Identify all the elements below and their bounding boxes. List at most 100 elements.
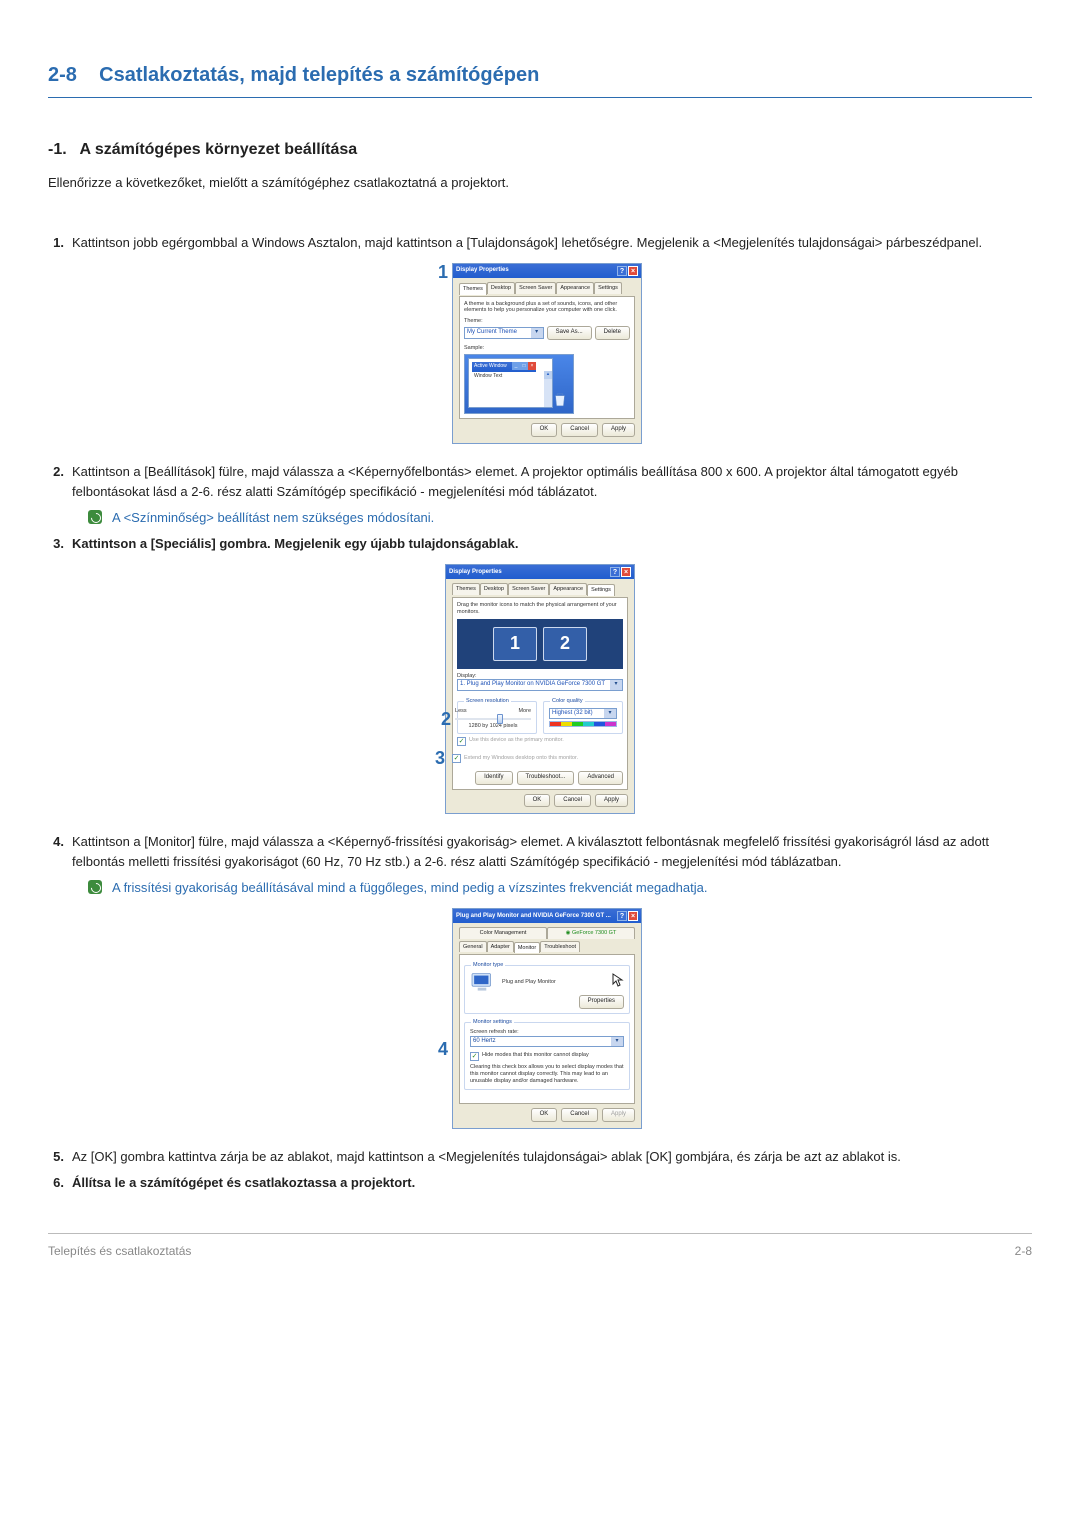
tab-color-management[interactable]: Color Management (459, 927, 547, 939)
cancel-button[interactable]: Cancel (561, 423, 598, 436)
intro-text: Ellenőrizze a következőket, mielőtt a sz… (48, 173, 1032, 193)
tab-settings[interactable]: Settings (594, 282, 622, 294)
monitor-type-value: Plug and Play Monitor (502, 979, 556, 986)
display-select[interactable]: 1. Plug and Play Monitor on NVIDIA GeFor… (457, 679, 623, 690)
callout-1: 1 (438, 263, 448, 281)
minimize-icon: _ (512, 362, 520, 370)
footer-left: Telepítés és csatlakoztatás (48, 1242, 191, 1261)
dialog-title: Plug and Play Monitor and NVIDIA GeForce… (456, 912, 611, 921)
ok-button[interactable]: OK (531, 423, 558, 436)
info-icon (88, 510, 102, 524)
tab-general[interactable]: General (459, 941, 487, 953)
tab-appearance[interactable]: Appearance (556, 282, 594, 294)
tab-appearance[interactable]: Appearance (549, 583, 587, 595)
monitor-2[interactable]: 2 (543, 627, 587, 661)
monitor-arrangement[interactable]: 1 2 (457, 619, 623, 669)
dialog-display-properties-settings: Display Properties ? × Themes Desktop Sc… (445, 564, 635, 814)
step-text: Állítsa le a számítógépet és csatlakozta… (72, 1173, 1032, 1193)
advanced-button[interactable]: Advanced (578, 771, 623, 784)
dialog-monitor-properties: Plug and Play Monitor and NVIDIA GeForce… (452, 908, 642, 1128)
dialog-tabs: Themes Desktop Screen Saver Appearance S… (459, 282, 635, 294)
ok-button[interactable]: OK (531, 1108, 558, 1121)
chevron-down-icon: ▾ (604, 709, 616, 718)
color-bar (549, 721, 617, 727)
figure-display-properties-settings: Display Properties ? × Themes Desktop Sc… (48, 564, 1032, 814)
monitor-settings-title: Monitor settings (471, 1018, 514, 1027)
display-label: Display: (457, 673, 623, 680)
step-text: Kattintson a [Beállítások] fülre, majd v… (72, 462, 1032, 502)
step-number: 2. (48, 462, 64, 502)
callout-3: 3 (435, 749, 445, 767)
sample-label: Sample: (464, 345, 630, 352)
close-icon[interactable]: × (621, 567, 631, 577)
cursor-icon (612, 973, 624, 991)
recycle-bin-icon (553, 391, 567, 407)
tab-themes[interactable]: Themes (459, 283, 487, 295)
cancel-button[interactable]: Cancel (561, 1108, 598, 1121)
tab-settings[interactable]: Settings (587, 584, 615, 596)
resolution-title: Screen resolution (464, 697, 511, 706)
tab-monitor[interactable]: Monitor (514, 942, 540, 954)
tab-adapter[interactable]: Adapter (487, 941, 514, 953)
step-1: 1. Kattintson jobb egérgombbal a Windows… (48, 233, 1032, 253)
monitor-1[interactable]: 1 (493, 627, 537, 661)
theme-select[interactable]: My Current Theme ▾ (464, 327, 544, 338)
apply-button[interactable]: Apply (602, 423, 635, 436)
ok-button[interactable]: OK (524, 794, 551, 807)
chevron-down-icon: ▾ (611, 1037, 623, 1046)
info-icon (88, 880, 102, 894)
monitor-type-group: Monitor type Plug and Play Monitor Prop (464, 965, 630, 1013)
help-icon[interactable]: ? (617, 911, 627, 921)
troubleshoot-button[interactable]: Troubleshoot... (517, 771, 575, 784)
primary-checkbox[interactable]: ✓ (457, 737, 466, 746)
tab-troubleshoot[interactable]: Troubleshoot (540, 941, 580, 953)
delete-button[interactable]: Delete (595, 326, 630, 339)
section-heading: 2-8 Csatlakoztatás, majd telepítés a szá… (48, 60, 1032, 98)
slider-less: Less (455, 708, 467, 715)
step-number: 4. (48, 832, 64, 872)
scroll-up-icon: ▴ (544, 371, 552, 379)
help-icon[interactable]: ? (617, 266, 627, 276)
tab-desktop[interactable]: Desktop (480, 583, 508, 595)
properties-button[interactable]: Properties (579, 995, 624, 1008)
refresh-rate-select[interactable]: 60 Hertz ▾ (470, 1036, 624, 1047)
dialog-title: Display Properties (449, 568, 502, 577)
tab-themes[interactable]: Themes (452, 583, 480, 595)
use-primary-label: Use this device as the primary monitor. (469, 737, 564, 744)
chevron-down-icon: ▾ (610, 680, 622, 689)
cancel-button[interactable]: Cancel (554, 794, 591, 807)
resolution-slider[interactable] (455, 718, 531, 720)
theme-preview: Active Window _ □ × Window Text ▴ (464, 354, 574, 414)
save-as-button[interactable]: Save As... (547, 326, 592, 339)
close-icon[interactable]: × (628, 911, 638, 921)
step-3: 3. Kattintson a [Speciális] gombra. Megj… (48, 534, 1032, 554)
step-number: 1. (48, 233, 64, 253)
dialog-title: Display Properties (456, 266, 509, 275)
monitor-icon (470, 972, 494, 992)
tab-screensaver[interactable]: Screen Saver (515, 282, 556, 294)
hide-modes-checkbox[interactable]: ✓ (470, 1052, 479, 1061)
note-text: A <Színminőség> beállítást nem szükséges… (112, 508, 434, 528)
step-text: Kattintson a [Monitor] fülre, majd válas… (72, 832, 1032, 872)
apply-button[interactable]: Apply (602, 1108, 635, 1121)
resolution-value: 1280 by 1024 pixels (455, 723, 531, 730)
figure-monitor-properties: 4 Plug and Play Monitor and NVIDIA GeFor… (48, 908, 1032, 1128)
theme-label: Theme: (464, 318, 630, 325)
colorquality-select[interactable]: Highest (32 bit) ▾ (549, 708, 617, 719)
identify-button[interactable]: Identify (475, 771, 512, 784)
callout-4: 4 (438, 1040, 448, 1058)
apply-button[interactable]: Apply (595, 794, 628, 807)
tab-geforce[interactable]: ◉ GeForce 7300 GT (547, 927, 635, 939)
maximize-icon: □ (520, 362, 528, 370)
help-icon[interactable]: ? (610, 567, 620, 577)
close-icon[interactable]: × (628, 266, 638, 276)
step-5: 5. Az [OK] gombra kattintva zárja be az … (48, 1147, 1032, 1167)
extend-checkbox[interactable]: ✓ (452, 754, 461, 763)
chevron-down-icon: ▾ (531, 328, 543, 337)
tab-desktop[interactable]: Desktop (487, 282, 515, 294)
tab-screensaver[interactable]: Screen Saver (508, 583, 549, 595)
step-number: 5. (48, 1147, 64, 1167)
extend-label: Extend my Windows desktop onto this moni… (464, 755, 578, 762)
section-title-text: Csatlakoztatás, majd telepítés a számító… (99, 64, 539, 86)
step-text: Az [OK] gombra kattintva zárja be az abl… (72, 1147, 1032, 1167)
